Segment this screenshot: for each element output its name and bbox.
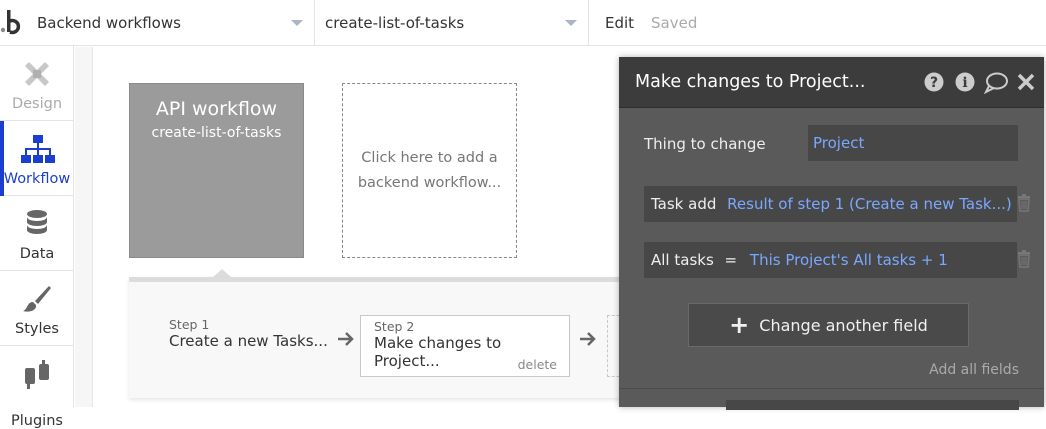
step-label: Create a new Tasks... <box>169 332 328 350</box>
api-workflow-card[interactable]: API workflow create-list-of-tasks <box>129 83 304 258</box>
field-value[interactable]: Result of step 1 (Create a new Task...) <box>727 195 1012 213</box>
step-number: Step 1 <box>169 317 210 332</box>
workflow-steps-panel: Step 1 Create a new Tasks... Step 2 Make… <box>129 277 629 398</box>
step-number: Step 2 <box>374 319 415 334</box>
svg-text:i: i <box>962 75 967 91</box>
sidebar-item-styles[interactable]: Styles <box>0 271 74 346</box>
field-operator: = <box>724 251 738 269</box>
edit-menu[interactable]: Edit <box>605 0 634 46</box>
add-backend-workflow-card[interactable]: Click here to add a backend workflow... <box>342 83 517 258</box>
comment-icon[interactable] <box>984 72 1008 94</box>
api-workflow-name: create-list-of-tasks <box>151 125 282 141</box>
sidebar-item-label: Plugins <box>11 413 63 429</box>
trash-icon[interactable] <box>1017 250 1031 268</box>
delete-step-link[interactable]: delete <box>518 357 557 372</box>
add-backend-workflow-text: Click here to add a backend workflow... <box>357 149 502 191</box>
info-icon[interactable]: i <box>955 72 975 92</box>
divider <box>619 388 1044 389</box>
sidebar-item-label: Workflow <box>3 171 71 187</box>
help-icon[interactable]: ? <box>924 72 944 92</box>
sidebar-item-design[interactable]: Design <box>0 46 74 121</box>
database-icon <box>27 210 47 234</box>
sidebar-item-label: Data <box>19 246 55 262</box>
editor-title: Make changes to Project... <box>635 72 866 92</box>
chevron-down-icon <box>565 20 577 26</box>
field-name: All tasks <box>651 251 714 269</box>
field-name: Task add <box>651 195 717 213</box>
page-select-dropdown[interactable]: Backend workflows <box>29 0 315 46</box>
step-label: Make changes to Project... <box>374 334 502 370</box>
next-field-input[interactable] <box>726 400 1019 410</box>
property-editor: Make changes to Project... ? i Thing to … <box>619 57 1044 410</box>
sidebar-item-data[interactable]: Data <box>0 196 74 271</box>
page-select-value: Backend workflows <box>37 14 181 32</box>
api-workflow-title: API workflow <box>155 98 278 120</box>
bubble-logo-icon[interactable] <box>0 8 30 38</box>
step-1[interactable]: Step 1 Create a new Tasks... <box>169 317 329 379</box>
sidebar-item-workflow[interactable]: Workflow <box>0 121 74 196</box>
workflow-select-value: create-list-of-tasks <box>325 14 465 32</box>
top-bar: Backend workflows create-list-of-tasks E… <box>0 0 1046 46</box>
editor-header[interactable]: Make changes to Project... ? i <box>619 57 1044 108</box>
arrow-right-icon <box>580 332 596 346</box>
sidebar-item-label: Design <box>11 96 63 112</box>
workflow-icon <box>21 135 55 163</box>
sidebar-item-plugins[interactable]: Plugins <box>0 346 74 429</box>
left-sidebar: Design Workflow Data Styles Plugins <box>0 46 74 429</box>
save-status: Saved <box>651 14 698 32</box>
plus-icon: + <box>729 311 750 339</box>
close-icon[interactable] <box>1017 72 1035 92</box>
plug-icon <box>25 360 49 389</box>
trash-icon[interactable] <box>1017 194 1031 212</box>
workflow-select-dropdown[interactable]: create-list-of-tasks <box>315 0 589 46</box>
step-2[interactable]: Step 2 Make changes to Project... delete <box>360 315 570 377</box>
svg-text:?: ? <box>930 75 938 91</box>
sidebar-item-label: Styles <box>15 321 59 337</box>
thing-to-change-input[interactable]: Project <box>808 125 1018 161</box>
field-row-all-tasks[interactable]: All tasks = This Project's All tasks + 1 <box>644 242 1017 278</box>
field-value[interactable]: This Project's All tasks + 1 <box>750 251 948 269</box>
brush-icon <box>23 286 51 312</box>
change-another-field-label: Change another field <box>759 316 928 335</box>
chevron-down-icon <box>291 20 303 26</box>
design-icon <box>25 62 49 86</box>
change-another-field-button[interactable]: + Change another field <box>688 303 969 347</box>
add-all-fields-link[interactable]: Add all fields <box>929 362 1019 378</box>
arrow-right-icon <box>338 332 354 346</box>
thing-to-change-label: Thing to change <box>644 135 766 153</box>
field-row-task-add[interactable]: Task add Result of step 1 (Create a new … <box>644 186 1017 222</box>
